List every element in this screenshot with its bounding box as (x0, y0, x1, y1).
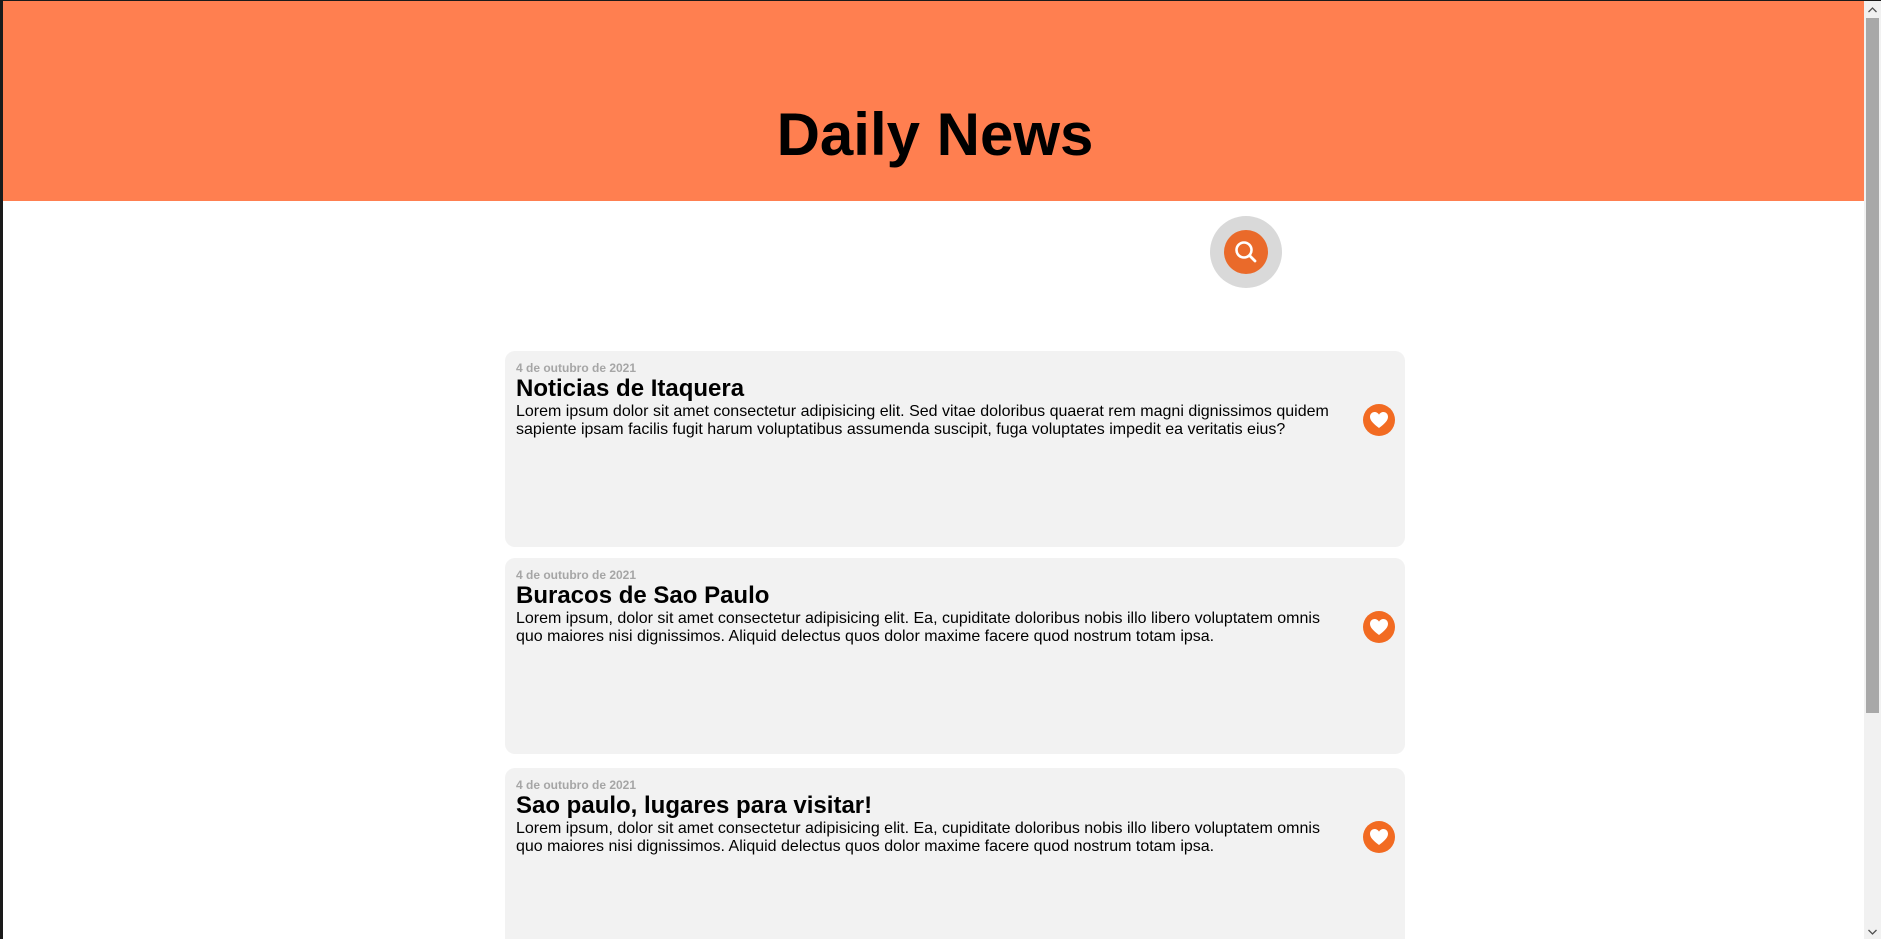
favorite-button[interactable] (1363, 404, 1395, 436)
scroll-down-arrow-icon[interactable] (1864, 923, 1881, 939)
page: Daily News 4 de outubro de 2021 Noticias… (0, 0, 1881, 939)
heart-icon (1370, 412, 1388, 428)
site-header: Daily News (3, 1, 1867, 201)
search-icon (1235, 241, 1257, 263)
favorite-button[interactable] (1363, 611, 1395, 643)
article-text: Lorem ipsum, dolor sit amet consectetur … (516, 820, 1320, 855)
article-title: Sao paulo, lugares para visitar! (516, 792, 873, 819)
article-date: 4 de outubro de 2021 (516, 568, 637, 582)
article-text: Lorem ipsum dolor sit amet consectetur a… (516, 403, 1329, 438)
heart-icon (1370, 619, 1388, 635)
article-title: Buracos de Sao Paulo (516, 582, 770, 609)
article-text: Lorem ipsum, dolor sit amet consectetur … (516, 610, 1320, 645)
article-card: 4 de outubro de 2021 Buracos de Sao Paul… (505, 558, 1405, 754)
article-card: 4 de outubro de 2021 Noticias de Itaquer… (505, 351, 1405, 547)
scroll-up-arrow-icon[interactable] (1864, 1, 1881, 18)
search-button[interactable] (1210, 216, 1282, 288)
favorite-button[interactable] (1363, 821, 1395, 853)
article-card: 4 de outubro de 2021 Sao paulo, lugares … (505, 768, 1405, 939)
article-date: 4 de outubro de 2021 (516, 361, 637, 375)
search-icon-circle (1224, 230, 1268, 274)
article-title: Noticias de Itaquera (516, 375, 745, 402)
vertical-scrollbar[interactable] (1864, 1, 1881, 939)
site-title: Daily News (776, 101, 1094, 168)
article-date: 4 de outubro de 2021 (516, 778, 637, 792)
heart-icon (1370, 829, 1388, 845)
scrollbar-thumb[interactable] (1866, 18, 1879, 713)
